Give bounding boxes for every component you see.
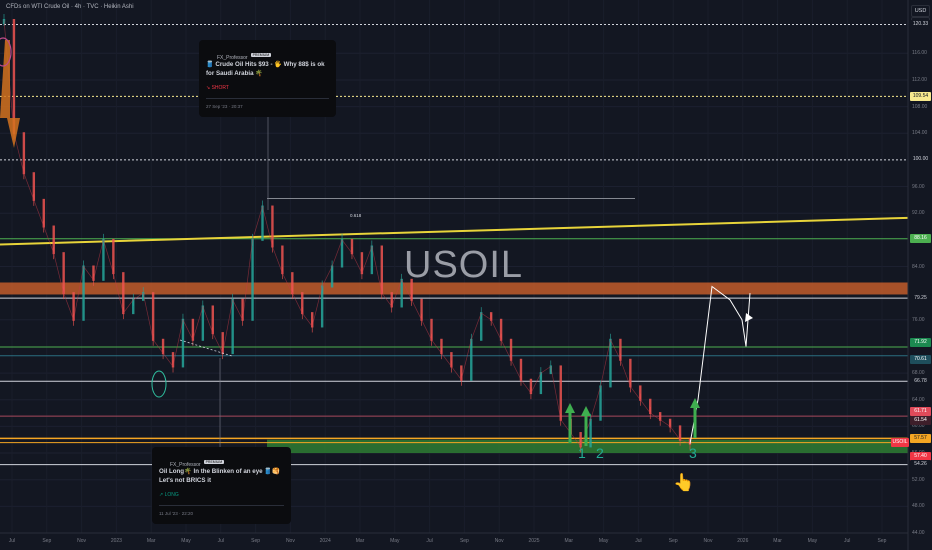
x-tick-label: May xyxy=(390,538,400,544)
zone-layer xyxy=(0,282,908,454)
x-tick-label: Sep xyxy=(251,538,261,544)
y-tick-label: 64.00 xyxy=(912,396,925,403)
x-tick-label: Nov xyxy=(285,538,295,544)
x-tick-label: Jul xyxy=(843,538,851,544)
idea-date: 11 Jul '23 · 22:20 xyxy=(159,511,194,516)
y-tick-label: 108.00 xyxy=(912,103,928,110)
fib-label: 0.618 xyxy=(350,213,362,218)
x-tick-label: Nov xyxy=(703,538,713,544)
x-tick-label: May xyxy=(598,538,609,544)
buy-ellipse xyxy=(151,370,167,398)
price-tag: 70.61 xyxy=(910,355,931,365)
x-tick-label: Mar xyxy=(146,538,156,544)
price-tag: 100.00 xyxy=(910,155,931,165)
x-tick-label: Sep xyxy=(459,538,469,544)
x-tick-label: Sep xyxy=(42,538,52,544)
x-tick-label: 2025 xyxy=(528,538,540,544)
y-tick-label: 96.00 xyxy=(912,183,925,190)
currency-button[interactable]: USD xyxy=(911,5,930,17)
x-tick-label: May xyxy=(807,538,818,544)
pointing-hand-icon: 👆 xyxy=(673,473,695,492)
y-tick-label: 44.00 xyxy=(912,530,925,536)
candle xyxy=(609,338,612,388)
x-tick-label: Mar xyxy=(355,538,365,544)
idea-date: 27 Sep '23 · 20:37 xyxy=(206,104,243,109)
x-tick-label: Jul xyxy=(217,538,224,544)
price-line xyxy=(3,19,691,448)
x-tick-label: 2026 xyxy=(737,538,749,544)
y-tick-label: 84.00 xyxy=(912,263,925,270)
price-tag: 57.57 xyxy=(910,434,931,444)
projection-arrowhead xyxy=(745,313,753,322)
idea-title[interactable]: Oil Long🌴 In the Blinken of an eye 🛢️🥞Le… xyxy=(159,467,287,485)
premium-badge: PREMIUM xyxy=(250,52,272,57)
big-down-arrow xyxy=(0,40,20,148)
candle xyxy=(231,298,234,355)
projection-path xyxy=(689,285,751,444)
idea-divider xyxy=(159,505,284,506)
idea-direction: ↘ SHORT xyxy=(206,85,229,91)
candle xyxy=(12,18,16,135)
x-tick-label: Mar xyxy=(564,538,574,544)
dashed-trend xyxy=(179,339,233,357)
price-tag: 71.92 xyxy=(910,338,931,348)
y-tick-label: 112.00 xyxy=(912,76,927,83)
price-tag: 61.54 xyxy=(910,415,931,425)
wave-label-3: 3 xyxy=(689,445,697,461)
candle xyxy=(251,238,254,321)
price-tag: 61.71 xyxy=(910,406,931,416)
trend-line xyxy=(0,216,909,246)
candle xyxy=(380,245,383,295)
y-tick-label: 76.00 xyxy=(912,316,925,323)
chart-title: CFDs on WTI Crude Oil · 4h · TVC · Heiki… xyxy=(6,4,134,10)
y-tick-label: 52.00 xyxy=(912,476,925,483)
candle xyxy=(82,265,85,321)
price-tag: 79.25 xyxy=(910,293,931,303)
wave-label-1: 1 xyxy=(578,445,586,461)
price-tag: 120.33 xyxy=(910,19,931,29)
idea-card-short[interactable]: FX_ProfessorPREMIUM 🛢️ Crude Oil Hits $9… xyxy=(199,40,336,117)
wave-label-2: 2 xyxy=(596,445,604,461)
y-tick-label: 48.00 xyxy=(912,503,925,510)
candle xyxy=(181,318,185,368)
premium-badge: PREMIUM xyxy=(203,459,225,464)
x-tick-label: Sep xyxy=(668,538,678,544)
y-tick-label: 68.00 xyxy=(912,370,925,377)
y-tick-label: 104.00 xyxy=(912,130,928,137)
y-tick-label: 116.00 xyxy=(912,50,927,57)
x-tick-label: Nov xyxy=(77,538,87,544)
x-tick-label: Mar xyxy=(773,538,782,544)
y-tick-label: 92.00 xyxy=(912,210,925,217)
candle xyxy=(151,292,155,341)
idea-divider xyxy=(206,98,329,99)
x-tick-label: Nov xyxy=(494,538,504,544)
price-tag: 109.54 xyxy=(910,91,931,101)
price-tag: USOIL xyxy=(891,437,909,447)
idea-direction: ↗ LONG xyxy=(159,492,179,498)
x-tick-label: Jul xyxy=(426,538,433,544)
trend-layer xyxy=(0,216,909,246)
x-tick-label: 2023 xyxy=(110,538,122,544)
x-tick-label: Sep xyxy=(877,538,887,544)
idea-title[interactable]: 🛢️ Crude Oil Hits $93 - 🖐️ Why 88$ is ok… xyxy=(206,60,331,78)
price-tag: 88.16 xyxy=(910,234,931,244)
x-tick-label: Jul xyxy=(8,538,16,544)
candle xyxy=(559,365,562,421)
x-tick-label: 2024 xyxy=(319,538,331,544)
price-tag: 54.26 xyxy=(910,460,931,470)
x-tick-label: May xyxy=(181,538,191,544)
symbol-watermark: USOIL xyxy=(404,244,524,286)
price-tag: 66.78 xyxy=(910,376,931,386)
x-tick-label: Jul xyxy=(635,538,642,544)
up-arrow xyxy=(690,398,700,438)
idea-card-long[interactable]: FX_ProfessorPREMIUM Oil Long🌴 In the Bli… xyxy=(152,447,291,524)
